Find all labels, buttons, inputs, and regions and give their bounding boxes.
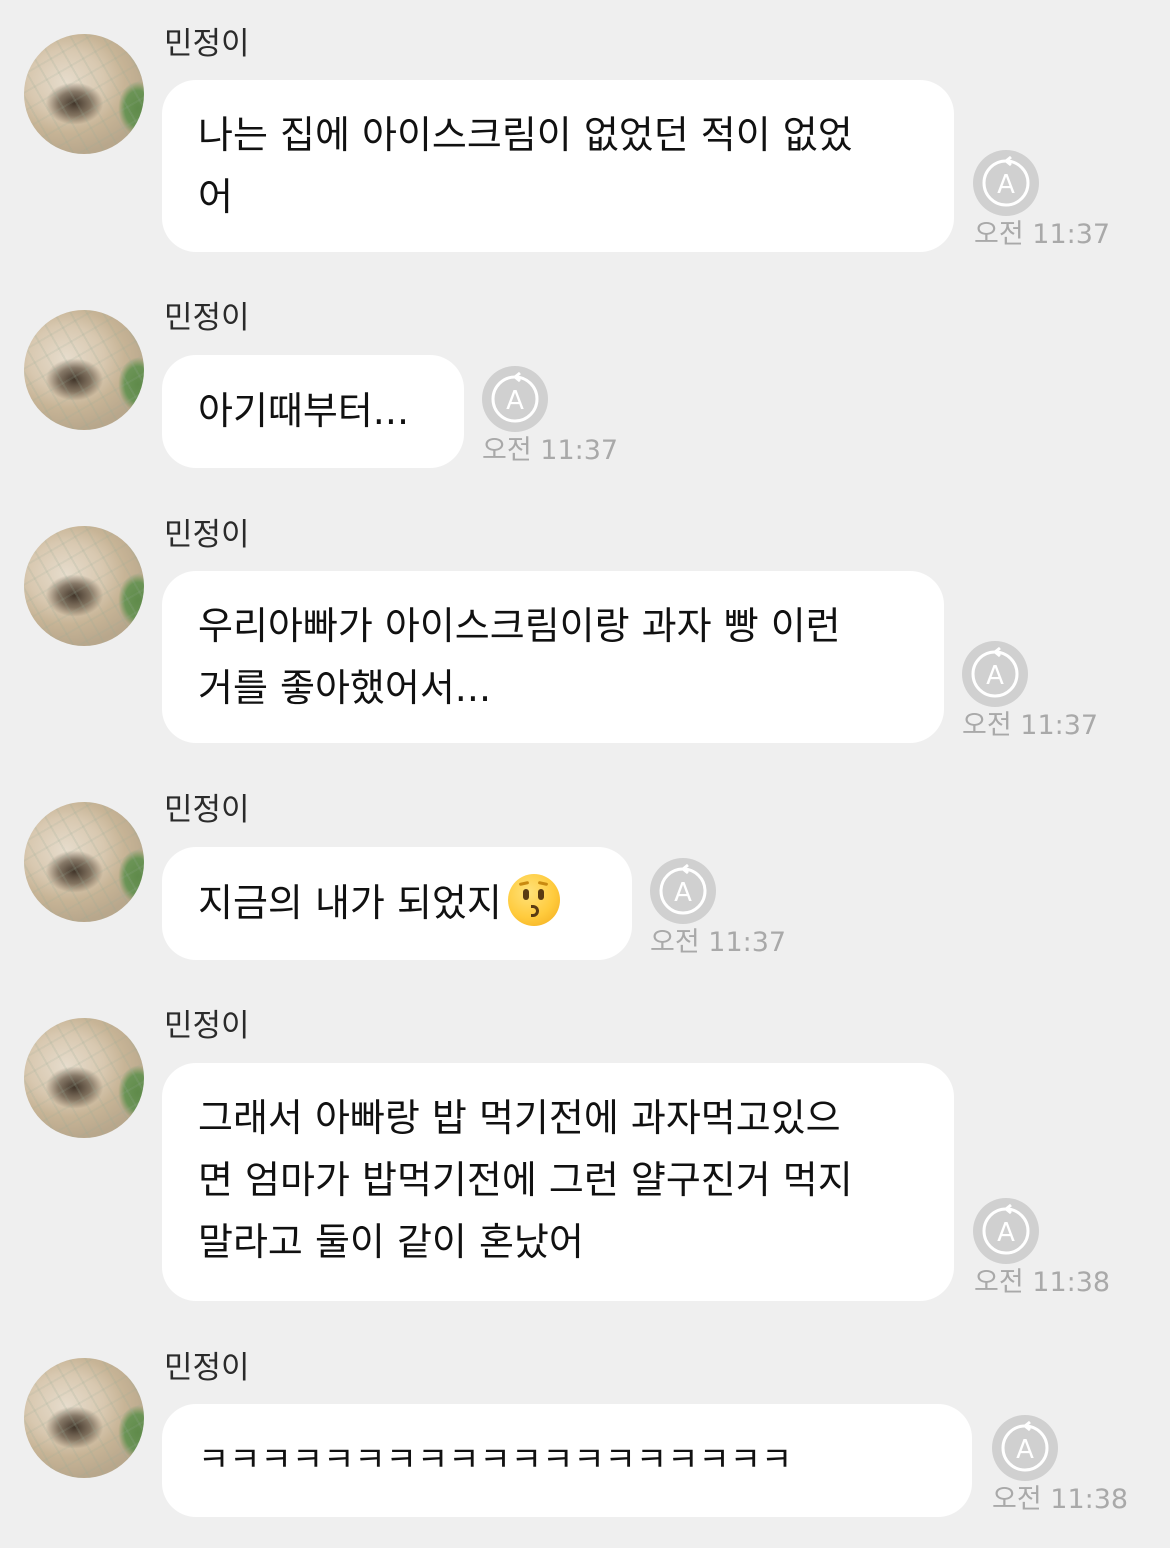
message-text-line: 그래서 아빠랑 밥 먹기전에 과자먹고있으 bbox=[198, 1096, 841, 1140]
avatar[interactable] bbox=[24, 1018, 144, 1138]
sender-name: 민정이 bbox=[164, 1008, 250, 1044]
svg-text:A: A bbox=[674, 878, 692, 908]
message-bubble[interactable]: ㅋㅋㅋㅋㅋㅋㅋㅋㅋㅋㅋㅋㅋㅋㅋㅋㅋㅋㅋ bbox=[162, 1404, 972, 1517]
message-text-line: 우리아빠가 아이스크림이랑 과자 빵 이런 bbox=[198, 604, 841, 648]
timestamp: 오전 11:38 bbox=[974, 1267, 1111, 1298]
avatar[interactable] bbox=[24, 802, 144, 922]
avatar[interactable] bbox=[24, 310, 144, 430]
message-text-line: 어 bbox=[198, 175, 233, 219]
svg-text:A: A bbox=[997, 170, 1015, 200]
timestamp: 오전 11:37 bbox=[974, 219, 1111, 250]
sender-name: 민정이 bbox=[164, 792, 250, 828]
message-bubble[interactable]: 나는 집에 아이스크림이 없었던 적이 없었 어 bbox=[162, 80, 954, 252]
timestamp: 오전 11:37 bbox=[650, 927, 787, 958]
message-text: 지금의 내가 되었지 bbox=[198, 881, 502, 925]
message-text-line: 면 엄마가 밥먹기전에 그런 얄구진거 먹지 bbox=[198, 1158, 853, 1202]
message-bubble[interactable]: 아기때부터... bbox=[162, 355, 464, 468]
avatar[interactable] bbox=[24, 34, 144, 154]
translate-icon[interactable]: A bbox=[482, 366, 548, 432]
svg-text:A: A bbox=[986, 661, 1004, 691]
sender-name: 민정이 bbox=[164, 1350, 250, 1386]
translate-icon[interactable]: A bbox=[992, 1415, 1058, 1481]
avatar[interactable] bbox=[24, 1358, 144, 1478]
message-text-line: 나는 집에 아이스크림이 없었던 적이 없었 bbox=[198, 113, 853, 157]
timestamp: 오전 11:38 bbox=[992, 1484, 1129, 1515]
translate-icon[interactable]: A bbox=[973, 1198, 1039, 1264]
svg-text:A: A bbox=[506, 386, 524, 416]
sender-name: 민정이 bbox=[164, 300, 250, 336]
kissing-face-emoji bbox=[507, 874, 560, 926]
message-text-line: ㅋㅋㅋㅋㅋㅋㅋㅋㅋㅋㅋㅋㅋㅋㅋㅋㅋㅋㅋ bbox=[198, 1440, 793, 1480]
message-bubble[interactable]: 지금의 내가 되었지 bbox=[162, 847, 632, 960]
translate-icon[interactable]: A bbox=[650, 858, 716, 924]
message-text-line: 말라고 둘이 같이 혼났어 bbox=[198, 1220, 584, 1264]
timestamp: 오전 11:37 bbox=[962, 710, 1099, 741]
sender-name: 민정이 bbox=[164, 517, 250, 553]
translate-icon[interactable]: A bbox=[973, 150, 1039, 216]
translate-icon[interactable]: A bbox=[962, 641, 1028, 707]
message-bubble[interactable]: 그래서 아빠랑 밥 먹기전에 과자먹고있으 면 엄마가 밥먹기전에 그런 얄구진… bbox=[162, 1063, 954, 1301]
message-text-line: 지금의 내가 되었지 bbox=[198, 872, 596, 934]
sender-name: 민정이 bbox=[164, 26, 250, 62]
avatar[interactable] bbox=[24, 526, 144, 646]
svg-text:A: A bbox=[1016, 1435, 1034, 1465]
message-text-line: 거를 좋아했어서... bbox=[198, 666, 492, 710]
svg-text:A: A bbox=[997, 1218, 1015, 1248]
message-text-line: 아기때부터... bbox=[198, 389, 410, 433]
timestamp: 오전 11:37 bbox=[482, 435, 619, 466]
message-bubble[interactable]: 우리아빠가 아이스크림이랑 과자 빵 이런 거를 좋아했어서... bbox=[162, 571, 944, 743]
